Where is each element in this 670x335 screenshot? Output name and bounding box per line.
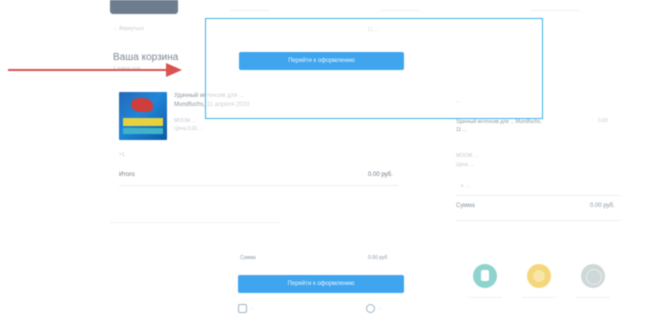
popup-top-link[interactable]: ☐ … (368, 27, 379, 33)
right-sum-label: Сумма (456, 203, 475, 209)
total-value: 0.00 руб. (368, 172, 393, 178)
help-icon (366, 304, 375, 313)
bottom-sum-label: Сумма (240, 255, 256, 261)
gray-circle-icon[interactable] (581, 264, 605, 288)
total-divider (119, 185, 399, 186)
yellow-circle-icon[interactable] (527, 264, 551, 288)
popup-checkout-button[interactable]: Перейти к оформлению (239, 52, 404, 70)
circle-caption-3 (576, 297, 610, 298)
bottom-sum-value: 0.00 руб (368, 255, 388, 261)
circle-caption-1 (468, 297, 502, 298)
right-divider-2 (456, 220, 621, 221)
right-product-line2: MOOM … (456, 153, 479, 159)
teal-circle-icon[interactable] (473, 264, 497, 288)
red-arrow-icon (8, 63, 182, 77)
circle-caption-2 (522, 297, 556, 298)
secure-label: … (250, 305, 255, 311)
top-divider-2 (380, 10, 420, 11)
back-link[interactable]: ← Вернуться (113, 26, 144, 32)
right-divider (456, 195, 621, 196)
top-banner-image (110, 0, 178, 14)
product-line2: MOOM ... (174, 118, 196, 124)
section-divider (110, 222, 280, 223)
right-price: 0.00 (598, 118, 608, 124)
total-label: Итого (119, 172, 135, 178)
lock-icon (238, 304, 247, 313)
right-product-line3: Цена … (456, 162, 475, 168)
right-product-title[interactable]: Удачный интенсив для ... Mundfuchs, 11 .… (456, 118, 546, 134)
product-line3: Цена 0,00 ... (174, 126, 203, 132)
right-add-more[interactable]: ↳ … (460, 183, 471, 189)
right-label: … (456, 98, 461, 104)
product-thumbnail[interactable] (119, 92, 167, 140)
checkout-button[interactable]: Перейти к оформлению (238, 275, 404, 293)
top-divider-3 (530, 10, 580, 11)
page: ← Вернуться Ваша корзина 1 товар для ...… (0, 0, 670, 335)
help-label: … (378, 305, 383, 311)
top-divider (230, 10, 270, 11)
right-sum-value: 0.00 руб. (590, 203, 615, 209)
quantity: ×1 (119, 152, 125, 158)
